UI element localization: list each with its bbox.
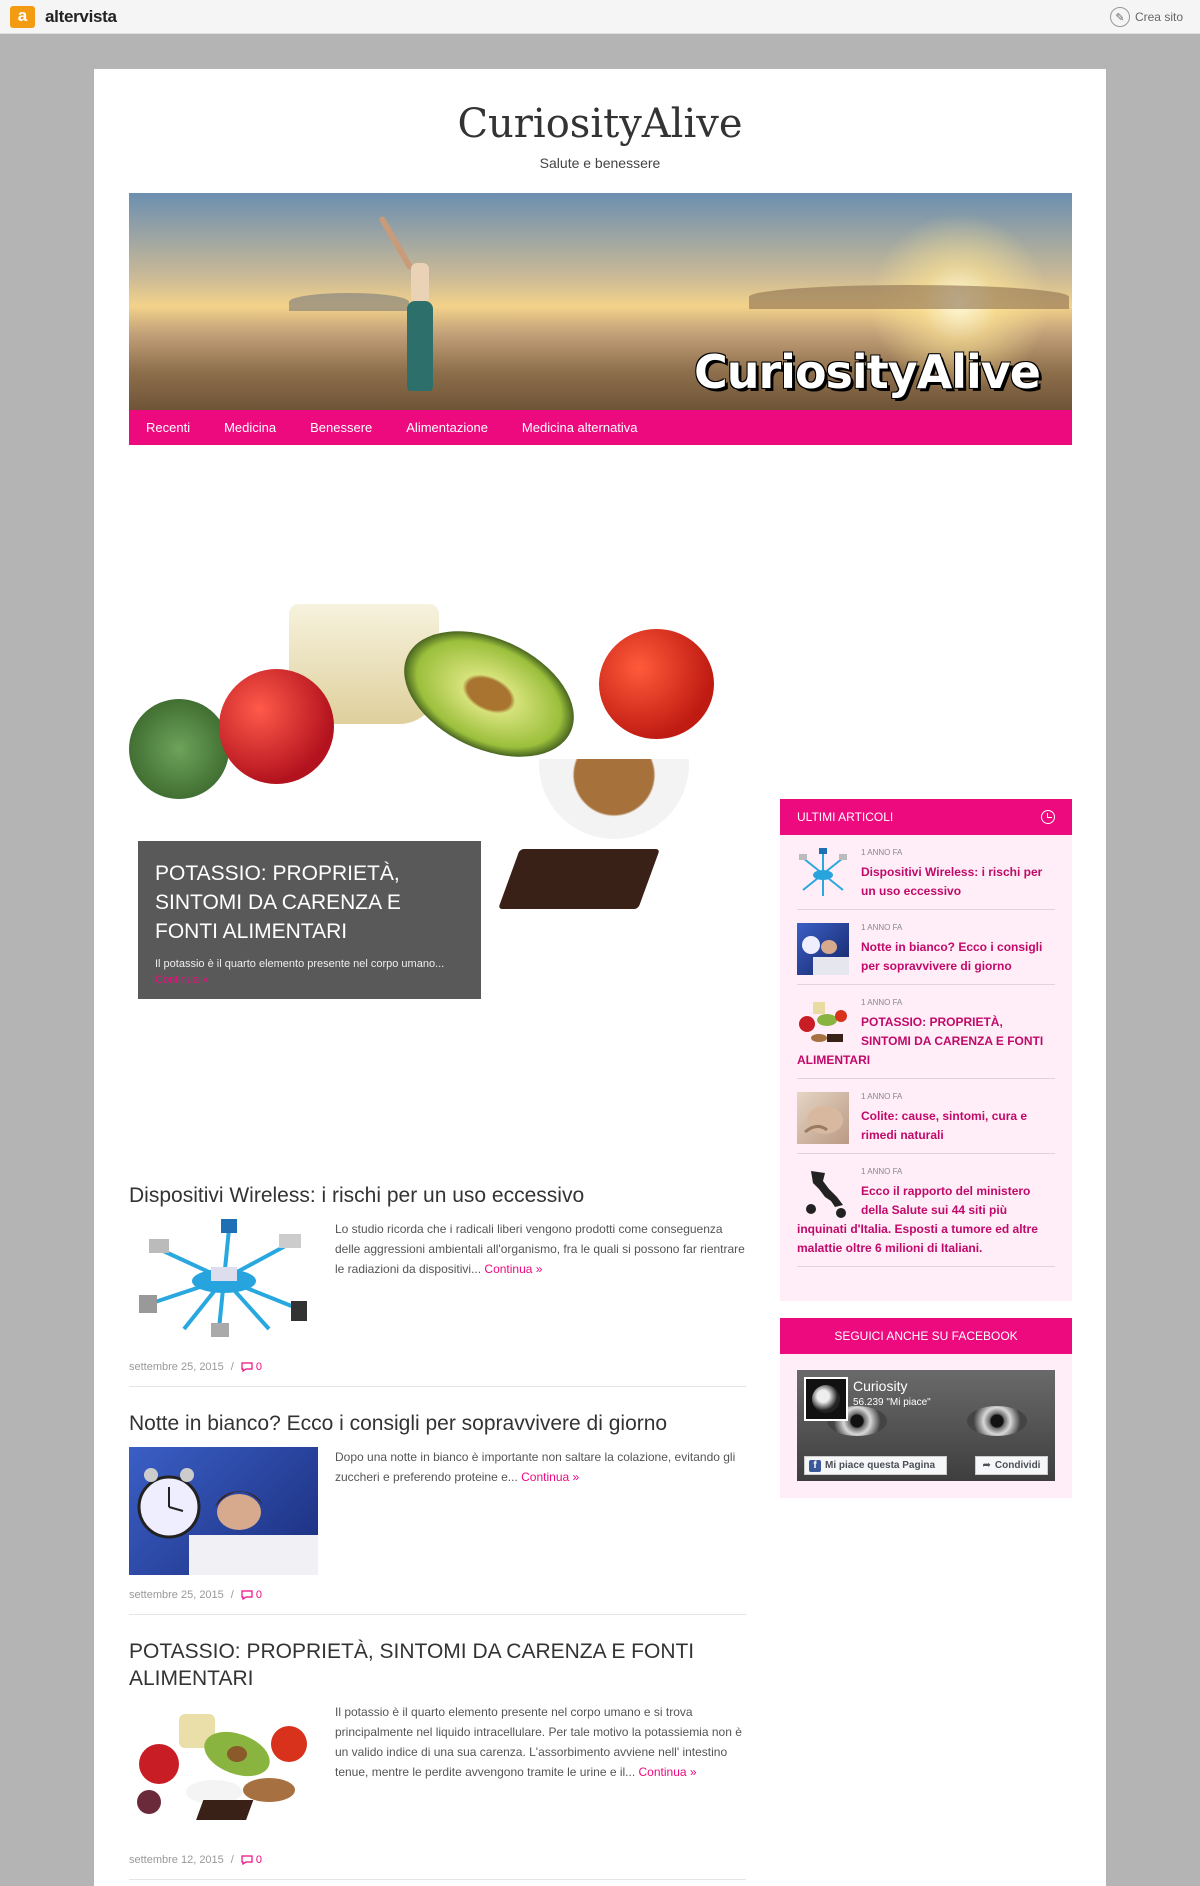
featured-image-tomato [599,629,714,739]
post-date: settembre 25, 2015 [129,1361,224,1373]
post-meta: settembre 25, 2015 / 0 [129,1361,746,1373]
featured-caption: POTASSIO: PROPRIETÀ, SINTOMI DA CARENZA … [138,841,481,999]
post-date: settembre 25, 2015 [129,1589,224,1601]
facebook-page-box[interactable]: Curiosity 56.239 "Mi piace" f Mi piace q… [797,1370,1055,1481]
fb-like-button[interactable]: f Mi piace questa Pagina [804,1456,947,1475]
widget-title: SEGUICI ANCHE SU FACEBOOK [834,1329,1018,1343]
post-thumbnail[interactable] [129,1447,318,1575]
meta-separator: / [230,1589,234,1601]
nav-item-benessere[interactable]: Benessere [310,420,372,435]
recent-articles-widget: ULTIMI ARTICOLI 1 ANNO FA Dispositivi Wi… [780,799,1072,1301]
featured-image-apple [219,669,334,784]
widget-title: ULTIMI ARTICOLI [797,810,894,824]
banner-person [378,213,439,391]
recent-article-item[interactable]: 1 ANNO FA POTASSIO: PROPRIETÀ, SINTOMI D… [797,985,1055,1079]
pencil-icon: ✎ [1109,7,1130,27]
post-comments-link[interactable]: 0 [241,1589,262,1601]
site-tagline: Salute e benessere [539,155,661,171]
recent-article-item[interactable]: 1 ANNO FA Colite: cause, sintomi, cura e… [797,1079,1055,1154]
fb-page-name[interactable]: Curiosity [853,1378,907,1394]
post-comments-link[interactable]: 0 [241,1854,262,1866]
header-banner[interactable]: CuriosityAlive [129,193,1072,411]
facebook-widget: SEGUICI ANCHE SU FACEBOOK Curiosity 56.2… [780,1318,1072,1498]
fb-cover-eye-right [967,1406,1027,1436]
post-title[interactable]: Dispositivi Wireless: i rischi per un us… [129,1182,746,1209]
share-icon: ➦ [982,1460,991,1471]
recent-article-item[interactable]: 1 ANNO FA Dispositivi Wireless: i rischi… [797,835,1055,910]
featured-image-bowl [539,759,689,839]
recent-article-thumbnail[interactable] [797,923,849,975]
clock-icon [1041,810,1055,824]
facebook-icon: f [809,1459,821,1472]
post-divider [129,1386,746,1387]
nav-item-medicina-alternativa[interactable]: Medicina alternativa [522,420,638,435]
banner-logo-text: CuriosityAlive [693,345,1041,399]
meta-separator: / [230,1854,234,1866]
post-excerpt: Il potassio è il quarto elemento present… [335,1705,742,1779]
recent-article-thumbnail[interactable] [797,1167,849,1219]
site-title[interactable]: CuriosityAlive [94,101,1106,147]
nav-item-recenti[interactable]: Recenti [146,420,190,435]
altervista-topbar: a altervista ✎ Crea sito [0,0,1200,34]
featured-continue-link[interactable]: Continua » [155,974,208,986]
widget-header: ULTIMI ARTICOLI [780,799,1072,835]
create-site-label: Crea sito [1134,10,1183,24]
banner-island [289,293,409,311]
post-meta: settembre 25, 2015 / 0 [129,1589,746,1601]
post-item: Dispositivi Wireless: i rischi per un us… [129,1182,746,1387]
post-comments-link[interactable]: 0 [241,1361,262,1373]
create-site-button[interactable]: ✎ Crea sito [1109,7,1183,27]
fb-page-avatar[interactable] [804,1377,848,1421]
comment-icon [241,1590,253,1600]
post-continue-link[interactable]: Continua » [484,1262,542,1276]
post-title[interactable]: POTASSIO: PROPRIETÀ, SINTOMI DA CARENZA … [129,1638,746,1692]
post-excerpt: Lo studio ricorda che i radicali liberi … [335,1222,745,1276]
nav-item-medicina[interactable]: Medicina [224,420,276,435]
nav-item-alimentazione[interactable]: Alimentazione [406,420,488,435]
post-meta: settembre 12, 2015 / 0 [129,1854,746,1866]
post-thumbnail[interactable] [129,1219,318,1347]
post-continue-link[interactable]: Continua » [521,1470,579,1484]
altervista-logo[interactable]: a [10,6,35,28]
post-excerpt: Dopo una notte in bianco è importante no… [335,1450,736,1484]
post-continue-link[interactable]: Continua » [639,1765,697,1779]
post-divider [129,1614,746,1615]
post-item: POTASSIO: PROPRIETÀ, SINTOMI DA CARENZA … [129,1638,746,1880]
recent-article-item[interactable]: 1 ANNO FA Notte in bianco? Ecco i consig… [797,910,1055,985]
featured-image-broccoli [129,699,229,799]
fb-page-likes: 56.239 "Mi piace" [853,1397,931,1408]
banner-hills [749,285,1069,309]
featured-title[interactable]: POTASSIO: PROPRIETÀ, SINTOMI DA CARENZA … [155,859,464,946]
post-date: settembre 12, 2015 [129,1854,224,1866]
altervista-brand-name[interactable]: altervista [45,7,117,27]
featured-image-chocolate [498,849,660,909]
post-divider [129,1879,746,1880]
page-container: CuriosityAlive Salute e benessere Curios… [94,69,1106,1886]
post-item: Notte in bianco? Ecco i consigli per sop… [129,1410,746,1615]
post-title[interactable]: Notte in bianco? Ecco i consigli per sop… [129,1410,746,1437]
featured-excerpt: Il potassio è il quarto elemento present… [155,958,445,986]
featured-post[interactable]: POTASSIO: PROPRIETÀ, SINTOMI DA CARENZA … [129,549,746,1014]
fb-share-button[interactable]: ➦ Condividi [975,1456,1048,1475]
comment-icon [241,1362,253,1372]
recent-article-thumbnail[interactable] [797,1092,849,1144]
widget-header: SEGUICI ANCHE SU FACEBOOK [780,1318,1072,1354]
recent-article-item[interactable]: 1 ANNO FA Ecco il rapporto del ministero… [797,1154,1055,1267]
comment-icon [241,1855,253,1865]
main-nav: Recenti Medicina Benessere Alimentazione… [129,410,1072,445]
post-thumbnail[interactable] [129,1702,318,1830]
recent-article-thumbnail[interactable] [797,998,849,1050]
meta-separator: / [230,1361,234,1373]
recent-article-thumbnail[interactable] [797,848,849,900]
